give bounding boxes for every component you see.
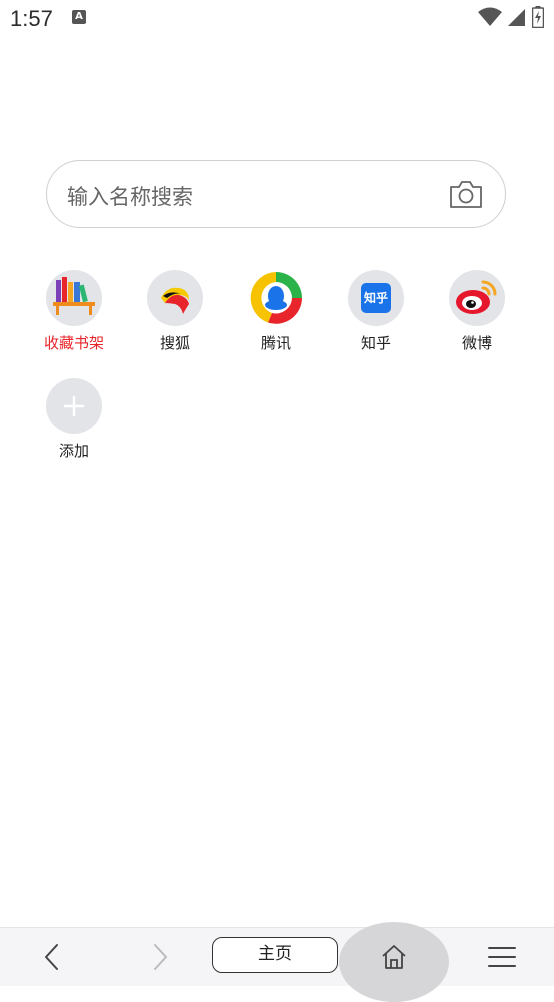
status-time: 1:57 [10,6,53,31]
home-button[interactable] [372,928,416,986]
battery-icon [532,6,544,28]
menu-icon [488,947,516,967]
shortcut-label: 微博 [461,334,492,352]
shortcut-label: 搜狐 [159,334,190,352]
home-icon [382,945,406,969]
bookshelf-icon [46,270,102,326]
status-bar: 1:57 A [0,0,554,40]
homepage-button[interactable]: 主页 [212,937,338,973]
signal-icon [508,9,525,26]
notification-icon: A [72,10,86,24]
add-label: 添加 [58,442,89,460]
shortcut-label: 收藏书架 [43,334,104,352]
shortcut-label: 腾讯 [260,334,291,352]
tencent-icon [248,270,304,326]
shortcut-tencent[interactable]: 腾讯 [236,270,316,353]
sohu-icon [147,270,203,326]
wifi-icon [478,7,502,26]
shortcut-zhihu[interactable]: 知乎 知乎 [336,270,416,353]
camera-icon[interactable] [449,179,483,209]
zhihu-logo-text: 知乎 [361,283,391,313]
shortcut-label: 知乎 [360,334,391,352]
forward-arrow-icon [154,944,167,970]
search-bar[interactable]: 输入名称搜索 [46,160,506,228]
plus-icon [46,378,102,434]
add-shortcut-button[interactable]: 添加 [34,378,114,461]
search-placeholder: 输入名称搜索 [67,185,193,209]
zhihu-icon: 知乎 [348,270,404,326]
back-arrow-icon [45,944,58,970]
shortcut-weibo[interactable]: 微博 [437,270,517,353]
weibo-icon [449,270,505,326]
bottom-nav-bar: 主页 [0,922,554,1002]
shortcut-sohu[interactable]: 搜狐 [135,270,215,353]
menu-button[interactable] [480,928,524,986]
forward-button[interactable] [138,928,182,986]
shortcut-bookshelf[interactable]: 收藏书架 [34,270,114,353]
status-icons [478,6,544,28]
back-button[interactable] [30,928,74,986]
